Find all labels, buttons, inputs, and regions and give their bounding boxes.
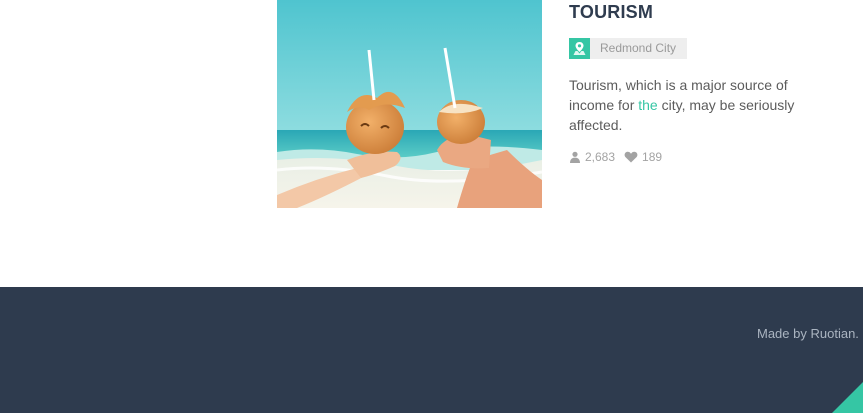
user-icon (570, 151, 580, 163)
site-footer: Made by Ruotian. (0, 287, 863, 413)
made-by-prefix: Made by (757, 326, 811, 341)
article-card: TOURISM Redmond City Tourism, which is a… (277, 0, 863, 208)
location-label: Redmond City (600, 41, 677, 55)
likes-count: 189 (642, 150, 663, 164)
description-highlight-link[interactable]: the (638, 97, 657, 113)
made-by-suffix: . (855, 326, 859, 341)
made-by-credit: Made by Ruotian. (757, 326, 859, 341)
map-pin-icon (569, 38, 590, 59)
likes-stat[interactable]: 189 (624, 150, 662, 164)
back-to-top-corner[interactable] (832, 382, 863, 413)
article-image[interactable] (277, 0, 542, 208)
article-description: Tourism, which is a major source of inco… (569, 75, 809, 135)
page: TOURISM Redmond City Tourism, which is a… (0, 0, 863, 413)
views-stat: 2,683 (569, 150, 615, 164)
views-count: 2,683 (585, 150, 616, 164)
beach-coconut-image (277, 0, 542, 208)
location-tag[interactable]: Redmond City (569, 38, 687, 59)
author-link[interactable]: Ruotian (810, 326, 855, 341)
article-stats: 2,683 189 (569, 150, 859, 164)
article-body: TOURISM Redmond City Tourism, which is a… (569, 0, 859, 164)
article-title[interactable]: TOURISM (569, 1, 859, 23)
heart-icon (624, 151, 638, 163)
